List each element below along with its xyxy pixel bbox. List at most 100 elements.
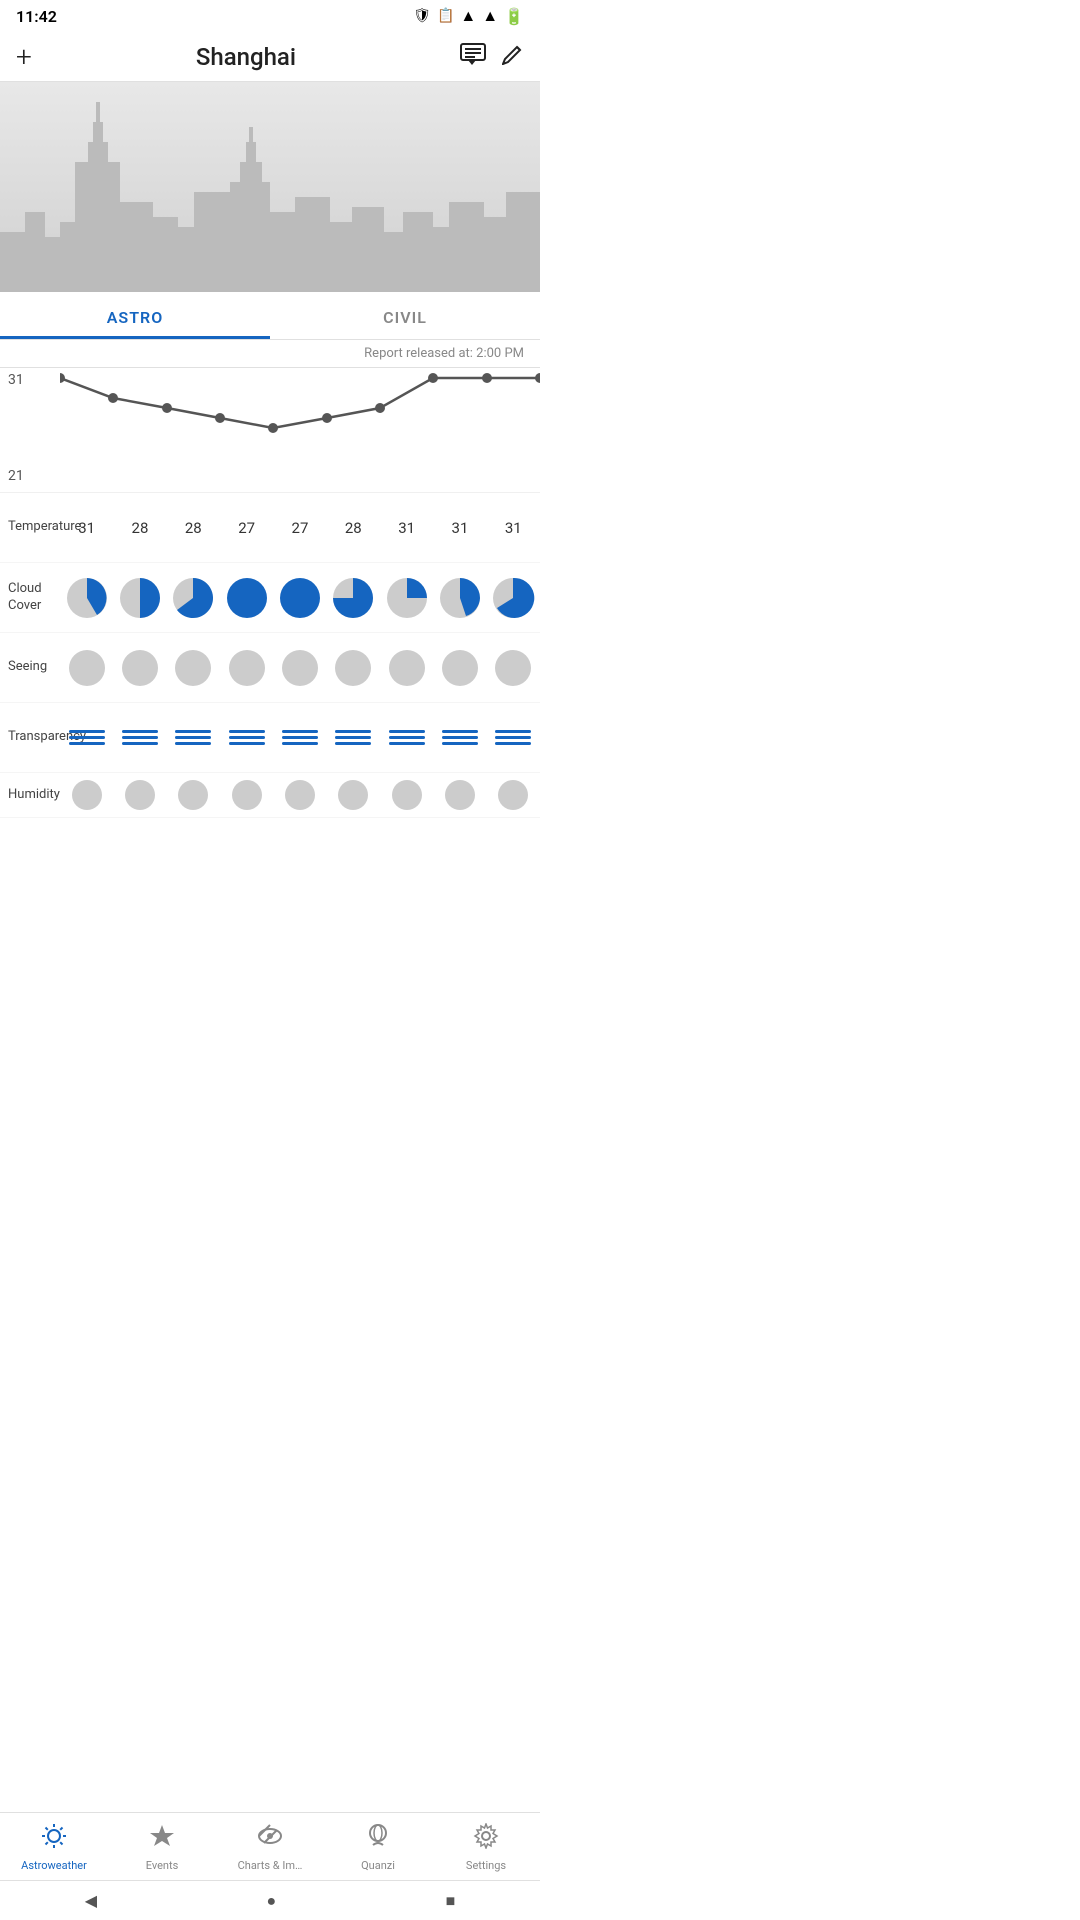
chart-y-axis: 31 21 (0, 368, 60, 488)
city-skyline (0, 82, 540, 292)
shield-icon: 🛡 (413, 8, 431, 24)
seeing-cell-8 (487, 644, 540, 692)
nav-settings-label: Settings (466, 1859, 506, 1872)
transp-cell-1 (113, 724, 166, 751)
humidity-cell-8 (487, 774, 540, 816)
temp-cell-5: 28 (327, 513, 380, 543)
cloud-cover-label: Cloud Cover (0, 573, 60, 623)
nav-quanzi[interactable]: Quanzi (324, 1813, 432, 1880)
transparency-label: Transparency (0, 721, 60, 754)
transp-cell-6 (380, 724, 433, 751)
nav-settings[interactable]: Settings (432, 1813, 540, 1880)
cloud-cell-5 (327, 570, 380, 626)
humidity-row: Humidity (0, 773, 540, 818)
nav-astroweather[interactable]: Astroweather (0, 1813, 108, 1880)
tab-civil[interactable]: CIVIL (270, 292, 540, 339)
cloud-cell-1 (113, 570, 166, 626)
humidity-label: Humidity (0, 779, 60, 812)
temp-cell-1: 28 (113, 513, 166, 543)
seeing-cell-7 (433, 644, 486, 692)
transp-cell-0 (60, 724, 113, 751)
clipboard-icon: 📋 (437, 8, 454, 24)
cloud-cell-2 (167, 570, 220, 626)
signal-icon: ▲ (482, 6, 498, 26)
page-title: Shanghai (32, 43, 460, 71)
humidity-cell-2 (167, 774, 220, 816)
cloud-cover-cells (60, 570, 540, 626)
nav-charts-label: Charts & Im… (238, 1859, 303, 1872)
cloud-cell-4 (273, 570, 326, 626)
bottom-nav: Astroweather Events Charts & Im… (0, 1812, 540, 1880)
humidity-cell-0 (60, 774, 113, 816)
android-back-button[interactable]: ◀ (85, 1891, 97, 1910)
events-icon (149, 1823, 175, 1855)
top-bar: + Shanghai (0, 32, 540, 82)
chart-y-min: 21 (8, 468, 52, 484)
temp-cell-3: 27 (220, 513, 273, 543)
chart-svg-area (60, 368, 540, 488)
nav-quanzi-label: Quanzi (361, 1859, 395, 1872)
add-button[interactable]: + (16, 40, 32, 73)
message-icon[interactable] (460, 43, 486, 71)
battery-icon: 🔋 (504, 7, 524, 26)
astroweather-icon (41, 1823, 67, 1855)
chart-y-max: 31 (8, 372, 52, 388)
humidity-cell-1 (113, 774, 166, 816)
transp-cell-7 (433, 724, 486, 751)
humidity-cell-4 (273, 774, 326, 816)
transparency-row: Transparency (0, 703, 540, 773)
status-time: 11:42 (16, 7, 57, 26)
data-table: Temperature 31 28 28 27 27 28 (0, 493, 540, 818)
seeing-cells (60, 644, 540, 692)
transp-cell-5 (327, 724, 380, 751)
nav-astroweather-label: Astroweather (21, 1859, 87, 1872)
transparency-cells (60, 724, 540, 751)
temp-cell-0: 31 (60, 513, 113, 543)
charts-icon (257, 1823, 283, 1855)
cloud-cell-3 (220, 570, 273, 626)
seeing-row: Seeing (0, 633, 540, 703)
nav-events-label: Events (146, 1859, 179, 1872)
tab-astro[interactable]: ASTRO (0, 292, 270, 339)
nav-charts[interactable]: Charts & Im… (216, 1813, 324, 1880)
transp-cell-4 (273, 724, 326, 751)
seeing-cell-3 (220, 644, 273, 692)
humidity-cell-7 (433, 774, 486, 816)
temperature-cells: 31 28 28 27 27 28 31 (60, 513, 540, 543)
top-bar-actions (460, 43, 524, 71)
quanzi-icon (365, 1823, 391, 1855)
temp-cell-6: 31 (380, 513, 433, 543)
wifi-icon: ▲ (460, 6, 476, 26)
main-tabs: ASTRO CIVIL (0, 292, 540, 340)
android-home-button[interactable]: ● (266, 1891, 276, 1911)
transp-cell-3 (220, 724, 273, 751)
seeing-cell-2 (167, 644, 220, 692)
seeing-cell-6 (380, 644, 433, 692)
android-nav: ◀ ● ■ (0, 1880, 540, 1920)
humidity-cell-6 (380, 774, 433, 816)
temp-cell-4: 27 (273, 513, 326, 543)
cloud-cell-6 (380, 570, 433, 626)
status-bar: 11:42 🛡 📋 ▲ ▲ 🔋 (0, 0, 540, 32)
humidity-cell-3 (220, 774, 273, 816)
android-recent-button[interactable]: ■ (446, 1891, 456, 1911)
cloud-cover-row: Cloud Cover (0, 563, 540, 633)
settings-icon (473, 1823, 499, 1855)
edit-icon[interactable] (502, 43, 524, 71)
report-time: Report released at: 2:00 PM (0, 340, 540, 368)
seeing-cell-5 (327, 644, 380, 692)
transp-cell-8 (487, 724, 540, 751)
seeing-cell-4 (273, 644, 326, 692)
seeing-cell-0 (60, 644, 113, 692)
temperature-label: Temperature (0, 511, 60, 544)
seeing-cell-1 (113, 644, 166, 692)
humidity-cell-5 (327, 774, 380, 816)
temperature-row: Temperature 31 28 28 27 27 28 (0, 493, 540, 563)
nav-events[interactable]: Events (108, 1813, 216, 1880)
status-icons: 🛡 📋 ▲ ▲ 🔋 (413, 6, 524, 26)
cloud-cell-0 (60, 570, 113, 626)
seeing-label: Seeing (0, 651, 60, 684)
temp-cell-7: 31 (433, 513, 486, 543)
temp-cell-8: 31 (487, 513, 540, 543)
cloud-cell-8 (487, 570, 540, 626)
